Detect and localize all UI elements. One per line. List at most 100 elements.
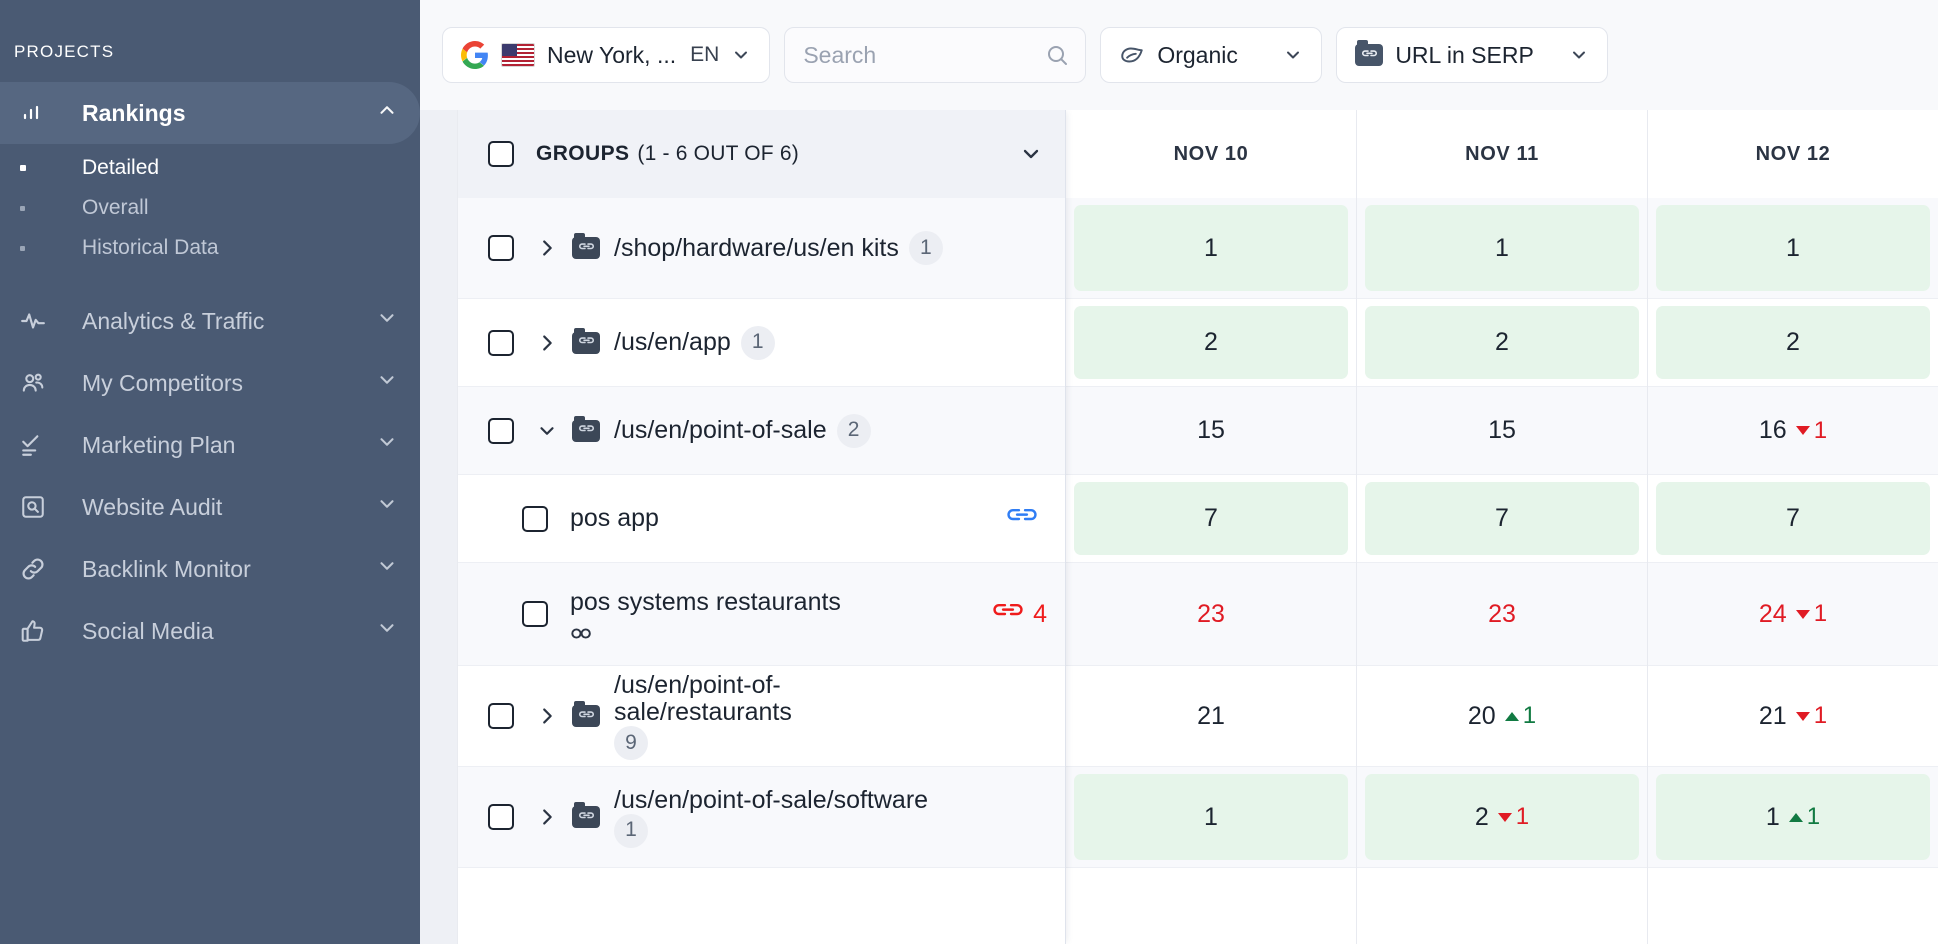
rank-cell[interactable]: 7 <box>1357 475 1647 563</box>
row-checkbox[interactable] <box>488 235 514 261</box>
rank-value-wrap: 21 1 <box>1759 702 1827 731</box>
rank-cell[interactable]: 15 <box>1066 387 1356 475</box>
rank-cell[interactable]: 23 <box>1066 563 1356 666</box>
serp-link-indicator[interactable] <box>1007 508 1047 530</box>
row-checkbox[interactable] <box>522 505 548 532</box>
rank-cell[interactable]: 24 1 <box>1648 563 1938 666</box>
chevron-down-icon[interactable] <box>1019 142 1043 166</box>
sidebar-nav: Rankings Detailed Overall Historical Dat… <box>0 82 420 662</box>
date-column-header[interactable]: NOV 12 <box>1648 110 1938 198</box>
rank-cell[interactable]: 2 1 <box>1357 767 1647 868</box>
table-row[interactable]: pos app <box>458 475 1065 563</box>
group-badge: 2 <box>836 413 871 448</box>
bullet-icon <box>20 205 54 211</box>
rank-value: 24 <box>1758 599 1787 628</box>
sidebar-item-historical-data[interactable]: Historical Data <box>0 228 420 268</box>
link-small-icon <box>570 627 993 640</box>
chevron-up-icon <box>376 99 398 127</box>
sidebar-item-label: Analytics & Traffic <box>82 307 265 334</box>
rank-cell[interactable]: 1 1 <box>1648 767 1938 868</box>
sidebar-subnav-rankings: Detailed Overall Historical Data <box>0 148 420 268</box>
row-checkbox[interactable] <box>488 329 514 356</box>
rank-cell[interactable]: 21 <box>1066 666 1356 767</box>
rank-cell[interactable]: 7 <box>1648 475 1938 563</box>
rank-delta-value: 1 <box>1806 803 1821 830</box>
sidebar-item-rankings[interactable]: Rankings <box>0 82 420 144</box>
chevron-down-icon <box>376 555 398 583</box>
sidebar-item-social-media[interactable]: Social Media <box>0 600 420 662</box>
table-row[interactable]: /us/en/app 1 <box>458 299 1065 387</box>
sidebar-item-backlink-monitor[interactable]: Backlink Monitor <box>0 538 420 600</box>
search-input[interactable]: Search <box>784 27 1087 83</box>
rank-cell[interactable]: 20 1 <box>1357 666 1647 767</box>
rank-value-wrap: 16 1 <box>1759 416 1827 445</box>
row-checkbox[interactable] <box>488 703 514 729</box>
table-row[interactable]: /us/en/point-of-sale 2 <box>458 387 1065 475</box>
select-all-checkbox[interactable] <box>488 141 514 167</box>
serp-mode-selector[interactable]: URL in SERP <box>1336 27 1609 83</box>
sidebar-item-website-audit[interactable]: Website Audit <box>0 476 420 538</box>
group-path-label: /us/en/point-of-sale <box>614 416 827 444</box>
rankings-table-wrap: GROUPS (1 - 6 OUT OF 6) /shop/hardware/u… <box>420 110 1938 944</box>
rank-cell[interactable]: 2 <box>1066 299 1356 387</box>
checklist-icon <box>20 432 54 458</box>
sidebar-item-label: My Competitors <box>82 369 244 396</box>
triangle-down-icon <box>1497 812 1512 822</box>
chevron-down-icon <box>376 431 398 459</box>
result-type-selector[interactable]: Organic <box>1100 27 1323 83</box>
group-path-label: /us/en/point-of-sale/restaurants <box>614 672 792 726</box>
row-checkbox[interactable] <box>488 804 514 830</box>
sidebar-subitem-label: Detailed <box>82 156 160 179</box>
rank-cell[interactable]: 1 <box>1648 198 1938 299</box>
rank-cell[interactable]: 1 <box>1066 198 1356 299</box>
serp-link-indicator[interactable]: 4 <box>993 600 1047 629</box>
rank-cell[interactable]: 23 <box>1357 563 1647 666</box>
table-row[interactable]: /us/en/point-of-sale/software 1 <box>458 767 1065 868</box>
rank-value: 7 <box>1786 504 1800 532</box>
row-checkbox[interactable] <box>488 417 514 444</box>
rank-cell[interactable]: 7 <box>1066 475 1356 563</box>
triangle-down-icon <box>1795 711 1810 721</box>
rank-cell[interactable]: 2 <box>1357 299 1647 387</box>
table-row[interactable]: /us/en/point-of-sale/restaurants 9 <box>458 666 1065 767</box>
app-root: PROJECTS Rankings Detailed Overall Histo… <box>0 0 1938 944</box>
chevron-right-icon[interactable] <box>530 237 564 259</box>
group-path: /us/en/point-of-sale/restaurants 9 <box>614 672 944 760</box>
keyword-label: pos app <box>570 504 659 532</box>
location-engine-selector[interactable]: New York, ... EN <box>442 27 771 83</box>
rank-delta-value: 1 <box>1813 600 1828 627</box>
rank-cell[interactable]: 1 <box>1357 198 1647 299</box>
sidebar-item-analytics-traffic[interactable]: Analytics & Traffic <box>0 290 420 352</box>
rank-value-wrap: 20 1 <box>1468 702 1536 731</box>
rank-delta-down: 1 <box>1795 417 1827 445</box>
rank-cell[interactable]: 15 <box>1357 387 1647 475</box>
table-row[interactable]: /shop/hardware/us/en kits 1 <box>458 198 1065 299</box>
sidebar-item-marketing-plan[interactable]: Marketing Plan <box>0 414 420 476</box>
sidebar-item-label: Website Audit <box>82 493 223 520</box>
sidebar-item-overall[interactable]: Overall <box>0 188 420 228</box>
rank-cell[interactable]: 2 <box>1648 299 1938 387</box>
main-area: New York, ... EN Search Organic URL in S… <box>420 0 1938 944</box>
search-placeholder: Search <box>803 41 877 68</box>
chevron-right-icon[interactable] <box>530 705 564 727</box>
group-path-label: /us/en/app <box>614 328 731 356</box>
chevron-down-icon[interactable] <box>530 420 564 442</box>
date-column-header[interactable]: NOV 10 <box>1066 110 1356 198</box>
table-row[interactable]: pos systems restaurants 4 <box>458 563 1065 666</box>
rank-cell[interactable]: 21 1 <box>1648 666 1938 767</box>
row-checkbox[interactable] <box>522 601 548 627</box>
chevron-right-icon[interactable] <box>530 806 564 828</box>
rank-cell[interactable]: 16 1 <box>1648 387 1938 475</box>
date-column-header[interactable]: NOV 11 <box>1357 110 1647 198</box>
serp-mode-label: URL in SERP <box>1395 41 1534 68</box>
chevron-right-icon[interactable] <box>530 332 564 354</box>
pulse-icon <box>20 308 54 334</box>
rank-delta-down: 1 <box>1497 803 1529 831</box>
search-icon[interactable] <box>1045 43 1069 67</box>
chevron-down-icon <box>1283 45 1303 65</box>
sidebar-item-detailed[interactable]: Detailed <box>0 148 420 188</box>
magnifier-box-icon <box>20 494 54 520</box>
sidebar-item-my-competitors[interactable]: My Competitors <box>0 352 420 414</box>
rank-value: 1 <box>1204 233 1218 262</box>
rank-cell[interactable]: 1 <box>1066 767 1356 868</box>
